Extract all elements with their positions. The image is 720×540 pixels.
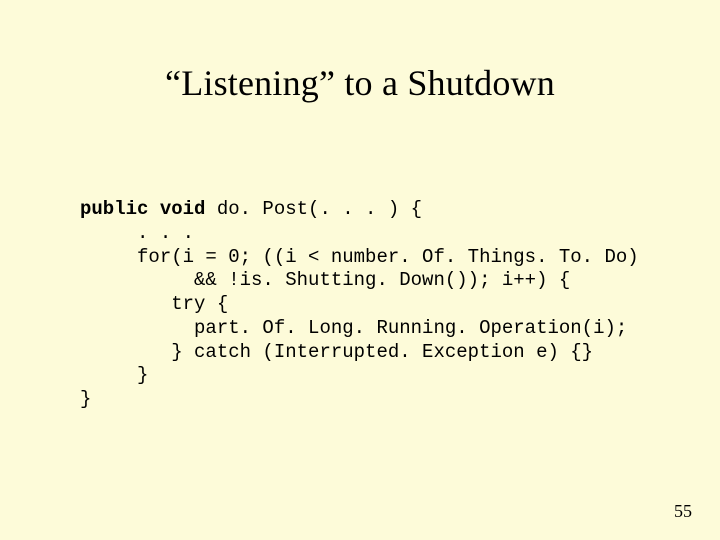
code-line-8: } bbox=[80, 364, 148, 386]
code-line-3: for(i = 0; ((i < number. Of. Things. To.… bbox=[80, 246, 639, 268]
code-line-7: } catch (Interrupted. Exception e) {} bbox=[80, 341, 593, 363]
page-number: 55 bbox=[674, 501, 692, 522]
code-keywords: public void bbox=[80, 198, 205, 220]
code-line-9: } bbox=[80, 388, 91, 410]
code-line-5: try { bbox=[80, 293, 228, 315]
code-line-4: && !is. Shutting. Down()); i++) { bbox=[80, 269, 570, 291]
code-line-6: part. Of. Long. Running. Operation(i); bbox=[80, 317, 627, 339]
code-line-1-rest: do. Post(. . . ) { bbox=[205, 198, 422, 220]
code-block: public void do. Post(. . . ) { . . . for… bbox=[80, 198, 639, 412]
slide-title: “Listening” to a Shutdown bbox=[0, 0, 720, 104]
code-line-2: . . . bbox=[80, 222, 194, 244]
slide: “Listening” to a Shutdown public void do… bbox=[0, 0, 720, 540]
